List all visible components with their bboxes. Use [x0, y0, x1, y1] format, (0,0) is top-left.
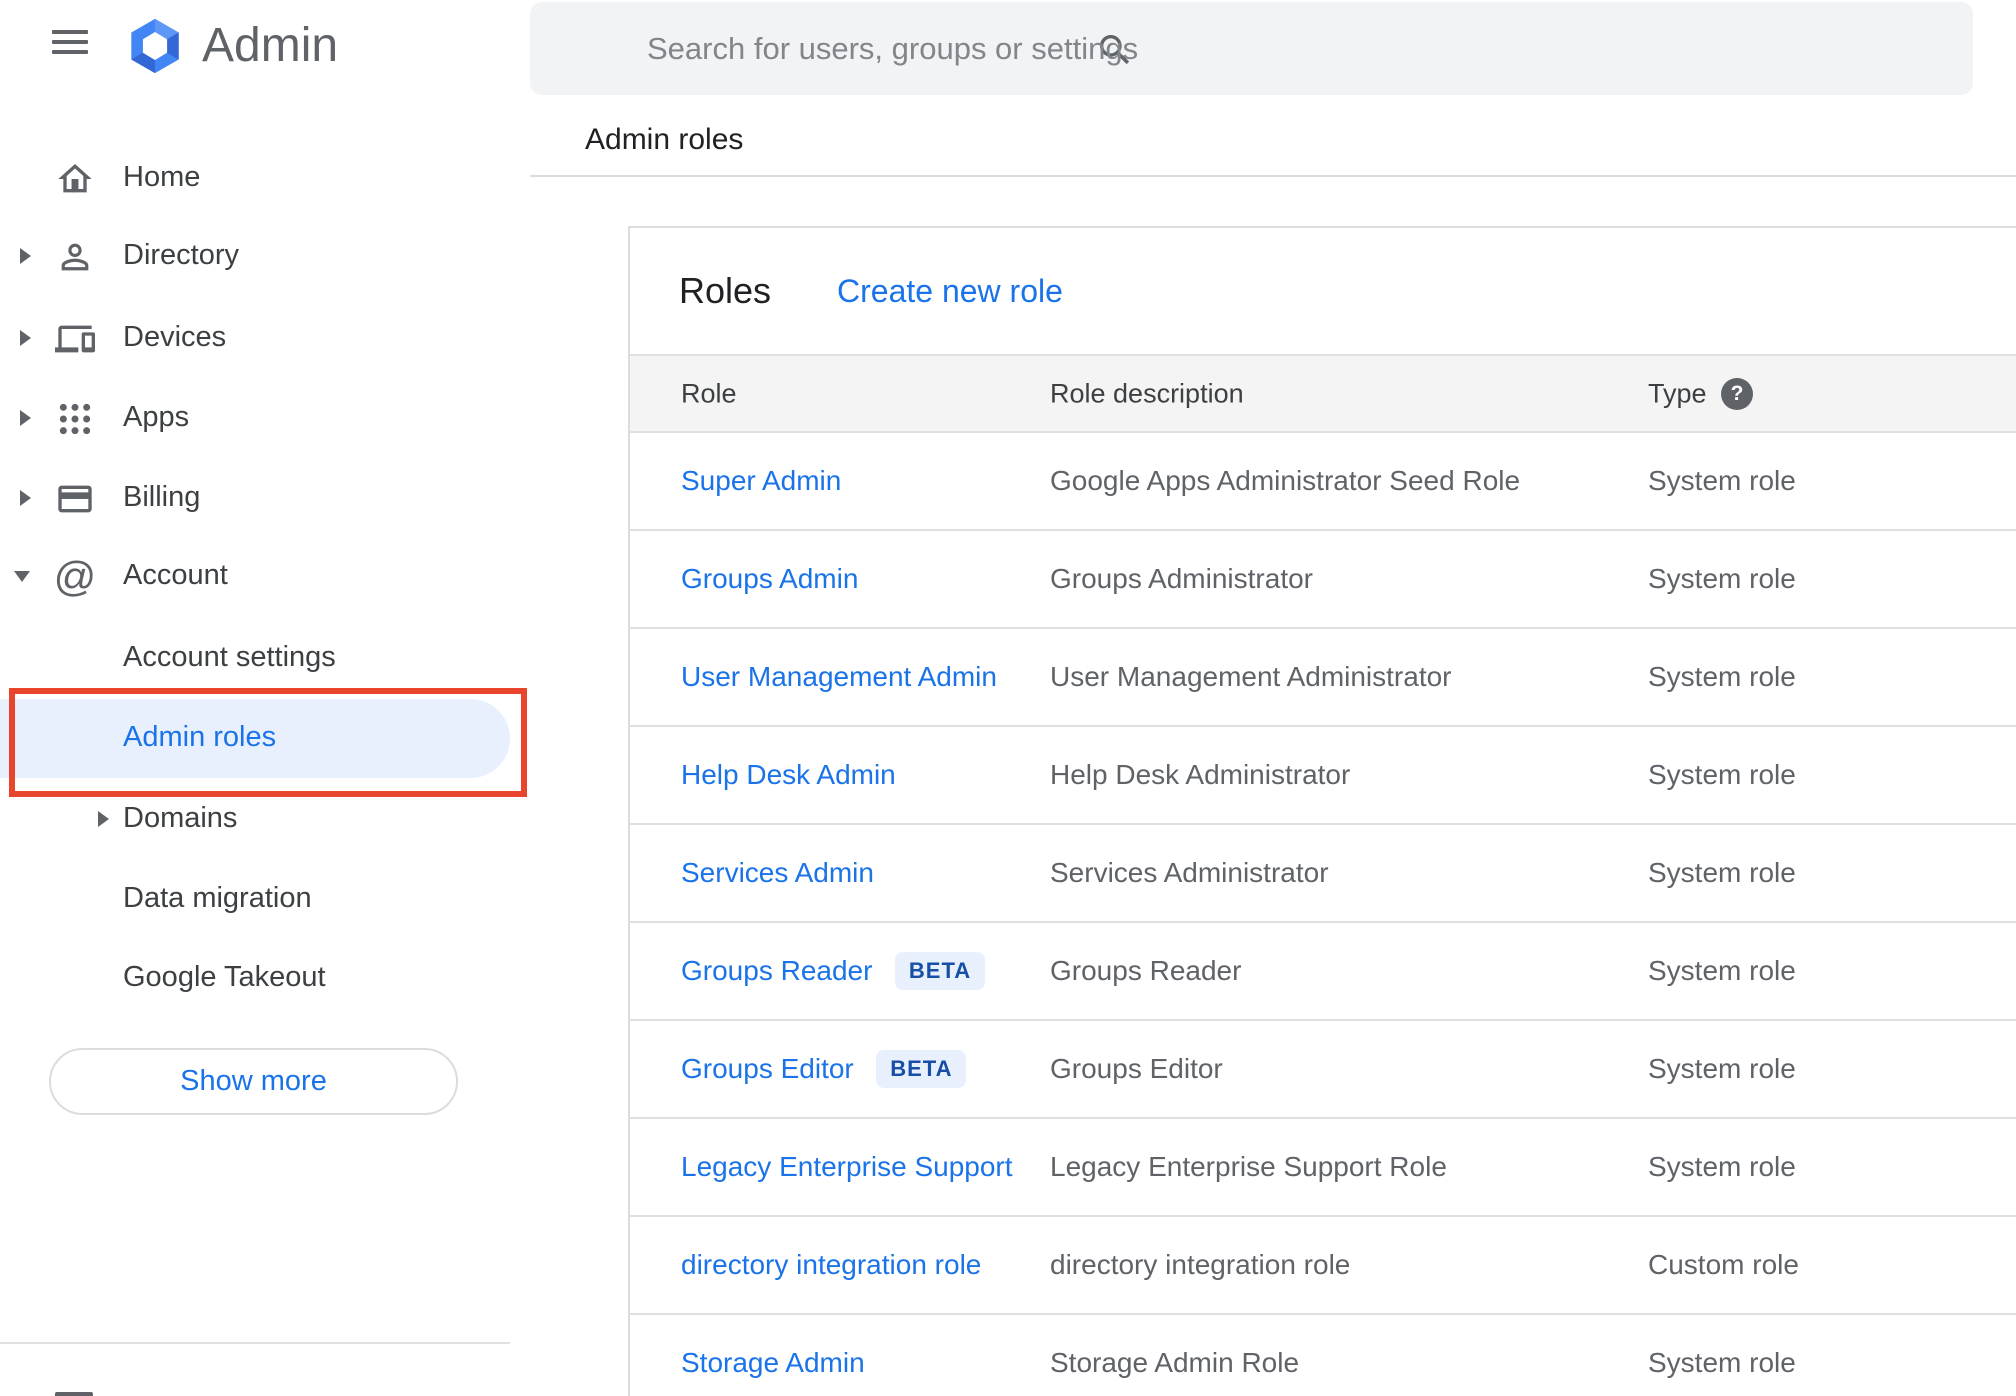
table-row: Groups Reader BETA Groups Reader System …: [630, 923, 2016, 1021]
table-row: Super Admin Google Apps Administrator Se…: [630, 433, 2016, 531]
column-header-role: Role: [681, 378, 737, 408]
role-description: Legacy Enterprise Support Role: [1050, 1151, 1447, 1182]
chevron-right-icon[interactable]: [20, 330, 31, 346]
sidebar-item-apps[interactable]: Apps: [0, 393, 530, 441]
sidebar-item-label: Data migration: [123, 881, 312, 914]
role-type: System role: [1648, 661, 1796, 692]
role-type: System role: [1648, 857, 1796, 888]
clipped-sidebar-icon: [55, 1392, 93, 1396]
role-link[interactable]: Storage Admin: [681, 1347, 865, 1378]
chevron-right-icon[interactable]: [20, 248, 31, 264]
table-row: Groups Editor BETA Groups Editor System …: [630, 1021, 2016, 1119]
admin-console-page: Admin Admin roles Home Directory Devices: [0, 0, 2016, 1396]
role-link[interactable]: User Management Admin: [681, 661, 997, 692]
sidebar-item-label: Devices: [123, 320, 227, 353]
role-description: directory integration role: [1050, 1249, 1351, 1280]
chevron-right-icon[interactable]: [20, 410, 31, 426]
role-link[interactable]: Groups Admin: [681, 563, 858, 594]
credit-card-icon: [53, 477, 97, 521]
role-description: Storage Admin Role: [1050, 1347, 1300, 1378]
sidebar-item-home[interactable]: Home: [0, 153, 530, 201]
table-row: Storage Admin Storage Admin Role System …: [630, 1315, 2016, 1396]
breadcrumb-divider: [530, 175, 2016, 177]
sidebar-item-label: Account settings: [123, 640, 336, 673]
role-type: System role: [1648, 1053, 1796, 1084]
sidebar-item-devices[interactable]: Devices: [0, 313, 530, 361]
chevron-right-icon[interactable]: [98, 811, 109, 827]
role-type: System role: [1648, 1151, 1796, 1182]
sidebar-item-label: Google Takeout: [123, 960, 326, 993]
sidebar-item-directory[interactable]: Directory: [0, 231, 530, 279]
role-description: Services Administrator: [1050, 857, 1329, 888]
chevron-right-icon[interactable]: [20, 490, 31, 506]
sidebar-item-label: Domains: [123, 801, 238, 834]
role-type: System role: [1648, 465, 1796, 496]
role-link[interactable]: Legacy Enterprise Support: [681, 1151, 1013, 1182]
product-title: Admin: [202, 19, 339, 72]
help-icon[interactable]: ?: [1721, 377, 1753, 410]
role-type: System role: [1648, 1347, 1796, 1378]
sidebar-item-label: Apps: [123, 400, 190, 433]
sidebar-item-google-takeout[interactable]: Google Takeout: [0, 953, 530, 1001]
role-description: Groups Reader: [1050, 955, 1242, 986]
apps-grid-icon: [53, 397, 97, 441]
sidebar-item-domains[interactable]: Domains: [0, 794, 530, 842]
sidebar-item-account[interactable]: @ Account: [0, 551, 530, 599]
create-new-role-link[interactable]: Create new role: [837, 228, 1063, 354]
role-type: System role: [1648, 759, 1796, 790]
role-link[interactable]: Super Admin: [681, 465, 841, 496]
sidebar-item-admin-roles[interactable]: Admin roles: [0, 713, 530, 761]
chevron-down-icon[interactable]: [14, 571, 30, 582]
search-input[interactable]: [647, 2, 1947, 95]
role-description: Groups Administrator: [1050, 563, 1313, 594]
role-link[interactable]: Groups Reader: [681, 955, 872, 986]
role-link[interactable]: Groups Editor: [681, 1053, 854, 1084]
column-header-description: Role description: [1050, 378, 1244, 408]
sidebar-item-label: Billing: [123, 480, 201, 513]
show-more-button[interactable]: Show more: [49, 1048, 458, 1115]
sidebar-item-billing[interactable]: Billing: [0, 473, 530, 521]
table-row: Services Admin Services Administrator Sy…: [630, 825, 2016, 923]
roles-card-header: Roles Create new role: [630, 228, 2016, 354]
role-link[interactable]: Help Desk Admin: [681, 759, 896, 790]
sidebar-item-label: Home: [123, 160, 201, 193]
table-row: User Management Admin User Management Ad…: [630, 629, 2016, 727]
beta-badge: BETA: [876, 1050, 967, 1088]
roles-card: Roles Create new role Role Role descript…: [628, 226, 2016, 1396]
role-type: System role: [1648, 955, 1796, 986]
sidebar-item-label: Admin roles: [123, 720, 277, 753]
table-row: directory integration role directory int…: [630, 1217, 2016, 1315]
role-description: User Management Administrator: [1050, 661, 1452, 692]
table-header-row: Role Role description Type ?: [630, 354, 2016, 433]
role-link[interactable]: directory integration role: [681, 1249, 981, 1280]
person-icon: [53, 235, 97, 279]
home-icon: [53, 157, 97, 201]
breadcrumb: Admin roles: [585, 123, 744, 156]
role-link[interactable]: Services Admin: [681, 857, 874, 888]
devices-icon: [53, 317, 97, 361]
sidebar-item-label: Account: [123, 558, 228, 591]
at-sign-icon: @: [53, 553, 97, 600]
beta-badge: BETA: [894, 952, 986, 990]
role-type: System role: [1648, 563, 1796, 594]
admin-logo-icon: [131, 18, 179, 74]
table-row: Groups Admin Groups Administrator System…: [630, 531, 2016, 629]
table-row: Legacy Enterprise Support Legacy Enterpr…: [630, 1119, 2016, 1217]
sidebar-item-account-settings[interactable]: Account settings: [0, 633, 530, 681]
table-row: Help Desk Admin Help Desk Administrator …: [630, 727, 2016, 825]
role-type: Custom role: [1648, 1249, 1799, 1280]
sidebar-item-label: Directory: [123, 238, 240, 271]
card-title: Roles: [679, 270, 772, 311]
sidebar-divider: [0, 1342, 510, 1344]
role-description: Groups Editor: [1050, 1053, 1223, 1084]
sidebar-item-data-migration[interactable]: Data migration: [0, 874, 530, 922]
role-description: Help Desk Administrator: [1050, 759, 1351, 790]
column-header-type: Type: [1648, 378, 1707, 408]
hamburger-menu-icon[interactable]: [52, 30, 88, 56]
role-description: Google Apps Administrator Seed Role: [1050, 465, 1521, 496]
